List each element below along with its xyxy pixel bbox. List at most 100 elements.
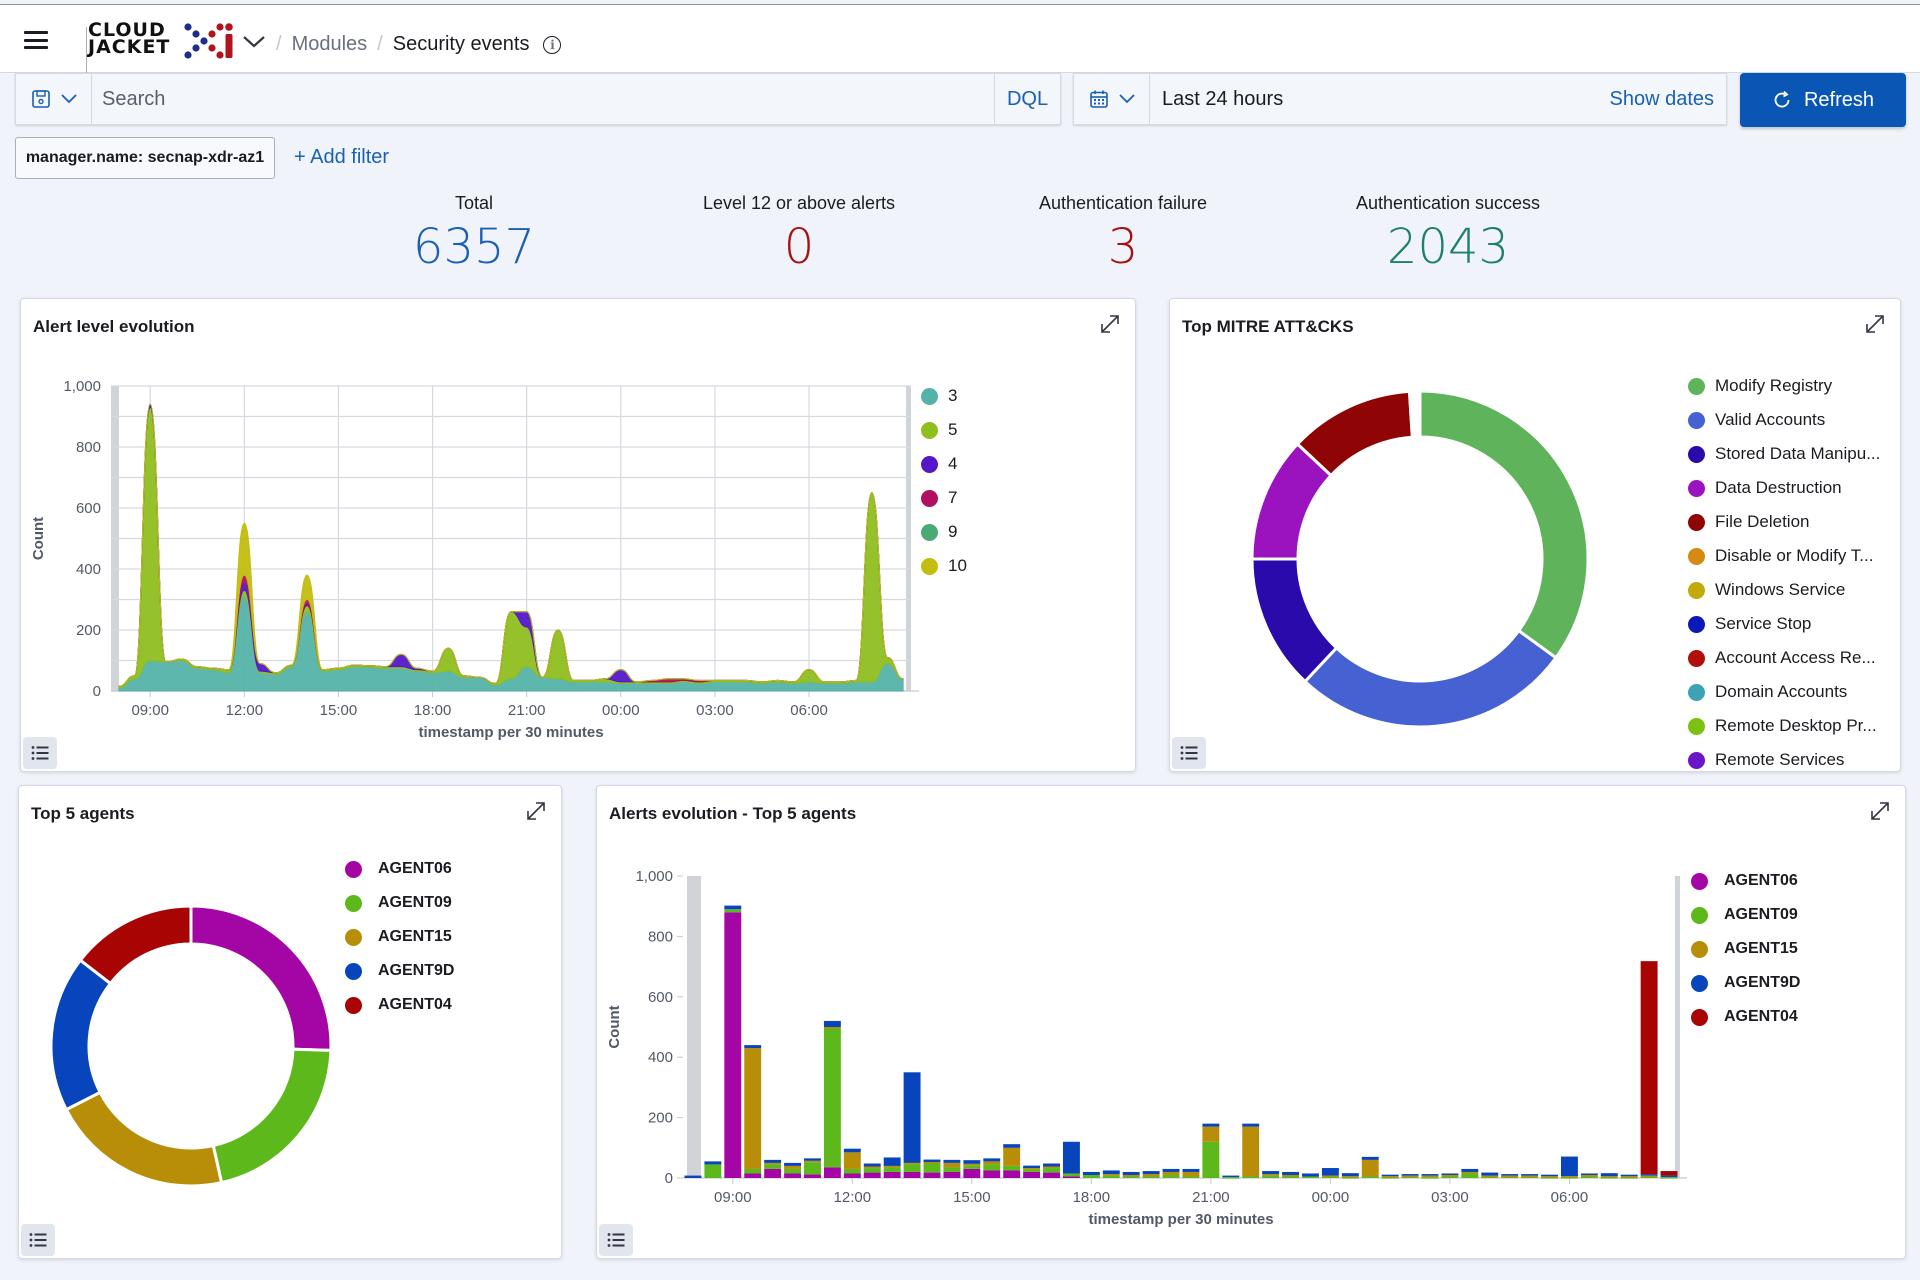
legend-toggle-button[interactable] (21, 1224, 55, 1256)
metric-value[interactable]: 2043 (1268, 218, 1628, 276)
legend-label: 10 (948, 556, 967, 575)
donut-slice-agent04 (78, 904, 193, 986)
hamburger-icon[interactable] (24, 31, 48, 49)
legend-item[interactable]: AGENT09 (345, 886, 454, 920)
legend-item[interactable]: AGENT04 (1691, 1000, 1800, 1034)
donut-slice-agent06 (189, 904, 333, 1052)
legend-item[interactable]: 5 (921, 413, 967, 447)
bar-segment-agent09 (983, 1164, 1001, 1171)
legend-item[interactable]: Remote Services (1688, 743, 1880, 777)
legend-item[interactable]: AGENT15 (1691, 932, 1800, 966)
legend-item[interactable]: Domain Accounts (1688, 675, 1880, 709)
legend-item[interactable]: File Deletion (1688, 505, 1880, 539)
legend-item[interactable]: Disable or Modify T... (1688, 539, 1880, 573)
legend-item[interactable]: 7 (921, 481, 967, 515)
cloudjacket-logo[interactable]: CLOUD JACKET (88, 20, 236, 62)
legend-item[interactable]: AGENT09 (1691, 898, 1800, 932)
legend-item[interactable]: 9 (921, 515, 967, 549)
bar-segment-agent06 (983, 1170, 1001, 1178)
bar-segment-agent9d (943, 1159, 961, 1163)
bar-segment-agent9d (903, 1072, 921, 1163)
bar-segment-agent09 (784, 1168, 802, 1174)
list-icon (607, 1233, 625, 1247)
expand-icon[interactable] (523, 798, 549, 824)
legend-color-dot (1691, 1008, 1708, 1026)
filter-pill-manager-name[interactable]: manager.name: secnap-xdr-az1 (15, 137, 275, 179)
legend-item[interactable]: AGENT04 (345, 988, 454, 1022)
legend-item[interactable]: Stored Data Manipu... (1688, 437, 1880, 471)
x-tick-label: 12:00 (834, 1189, 872, 1206)
logo-xi-mark-icon (184, 23, 233, 59)
bar-segment-agent9d (1282, 1171, 1300, 1175)
bar-segment-agent09 (1580, 1176, 1598, 1178)
expand-icon[interactable] (1862, 311, 1888, 337)
legend-item[interactable]: Valid Accounts (1688, 403, 1880, 437)
legend-item[interactable]: AGENT9D (1691, 966, 1800, 1000)
metric-value[interactable]: 3 (943, 218, 1303, 276)
bar-segment-agent15 (863, 1166, 881, 1169)
bar-segment-agent15 (1521, 1175, 1539, 1178)
quick-date-menu-button[interactable] (1074, 74, 1150, 124)
metric-value[interactable]: 6357 (294, 218, 654, 276)
legend-label: Service Stop (1715, 614, 1812, 633)
bar-segment-agent9d (1600, 1173, 1618, 1177)
legend-color-dot (1688, 683, 1705, 701)
bar-segment-agent9d (883, 1157, 901, 1166)
breadcrumb-modules[interactable]: Modules (292, 33, 368, 56)
legend-item[interactable]: Remote Desktop Pr... (1688, 709, 1880, 743)
x-tick-label: 09:00 (714, 1189, 752, 1206)
bar-segment-agent9d (1182, 1168, 1200, 1172)
legend-item[interactable]: Data Destruction (1688, 471, 1880, 505)
y-axis-title: Count (30, 517, 47, 560)
legend-item[interactable]: Modify Registry (1688, 369, 1880, 403)
info-icon[interactable]: i (543, 35, 562, 54)
legend-color-dot (921, 387, 938, 405)
add-filter-button[interactable]: + Add filter (294, 146, 389, 169)
bar-segment-agent09 (1102, 1175, 1120, 1178)
y-tick-label: 600 (76, 500, 101, 517)
chevron-down-icon[interactable] (242, 35, 266, 49)
bar-segment-agent9d (1082, 1171, 1100, 1175)
legend-item[interactable]: AGENT15 (345, 920, 454, 954)
x-axis-title: timestamp per 30 minutes (418, 724, 603, 741)
legend-item[interactable]: 10 (921, 549, 967, 583)
list-icon (31, 746, 49, 760)
search-input[interactable] (102, 74, 982, 124)
legend-toggle-button[interactable] (1172, 737, 1206, 769)
bar-segment-agent06 (863, 1172, 881, 1178)
bar-segment-agent15 (1341, 1176, 1359, 1178)
legend-item[interactable]: Account Access Re... (1688, 641, 1880, 675)
legend-item[interactable]: 3 (921, 379, 967, 413)
legend-color-dot (1691, 872, 1708, 890)
legend-item[interactable]: Service Stop (1688, 607, 1880, 641)
legend-label: AGENT9D (1724, 974, 1801, 991)
legend-color-dot (345, 996, 362, 1014)
legend-label: AGENT06 (378, 860, 452, 877)
metric-value[interactable]: 0 (619, 218, 979, 276)
refresh-button[interactable]: Refresh (1740, 73, 1906, 127)
expand-icon[interactable] (1867, 798, 1893, 824)
legend-color-dot (1688, 377, 1705, 395)
breadcrumb-security-events: Security events (392, 33, 530, 55)
legend-item[interactable]: AGENT06 (1691, 864, 1800, 898)
x-tick-label: 21:00 (508, 702, 546, 719)
bar-segment-agent06 (1003, 1170, 1021, 1178)
expand-icon[interactable] (1097, 311, 1123, 337)
legend-item[interactable]: 4 (921, 447, 967, 481)
legend-item[interactable]: AGENT06 (345, 852, 454, 886)
saved-query-button[interactable] (16, 74, 92, 124)
bar-segment-agent09 (1242, 1176, 1260, 1178)
legend-toggle-button[interactable] (599, 1224, 633, 1256)
legend-item[interactable]: AGENT9D (345, 954, 454, 988)
date-range-label[interactable]: Last 24 hours (1162, 88, 1283, 111)
dql-toggle-button[interactable]: DQL (994, 74, 1060, 124)
alert-level-area-chart: 0 200 400 600 800 1,000 09:00 12:00 15:00 18:00 21… (30, 378, 919, 741)
legend-color-dot (921, 489, 938, 507)
legend-toggle-button[interactable] (23, 737, 57, 769)
bar-segment-agent9d (1122, 1171, 1140, 1175)
bar-segment-agent15 (1461, 1171, 1479, 1174)
bar-segment-agent09 (1122, 1176, 1140, 1178)
x-tick-label: 00:00 (602, 702, 640, 719)
legend-item[interactable]: Windows Service (1688, 573, 1880, 607)
show-dates-link[interactable]: Show dates (1609, 88, 1714, 111)
